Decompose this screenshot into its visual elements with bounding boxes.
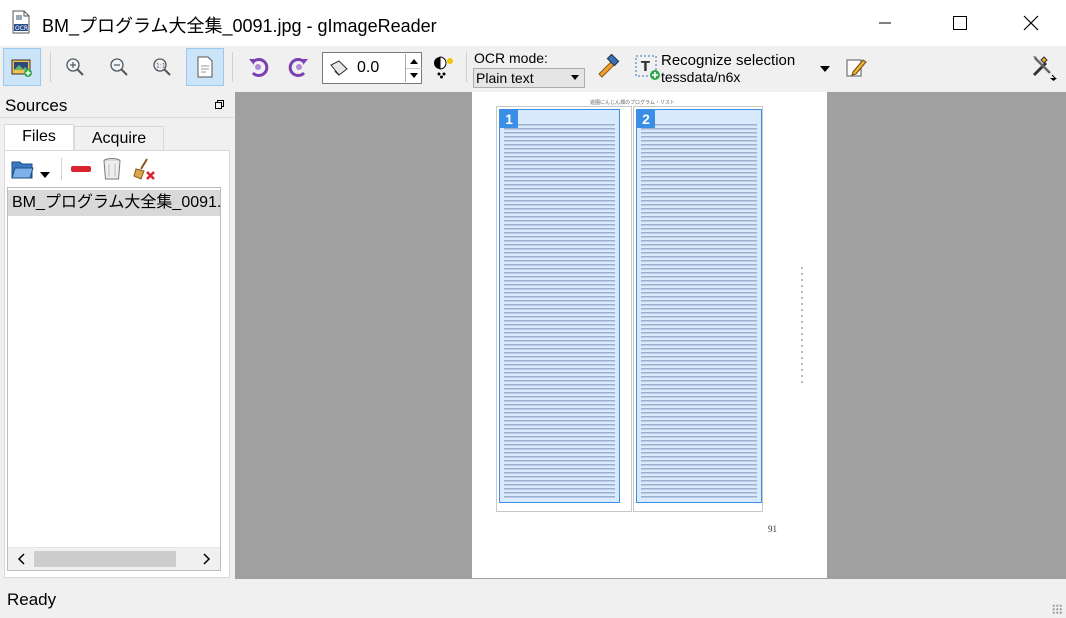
svg-text:1:1: 1:1 xyxy=(156,63,166,70)
image-controls-button[interactable] xyxy=(425,48,463,86)
chevron-down-icon xyxy=(40,172,50,178)
tab-acquire[interactable]: Acquire xyxy=(74,126,164,150)
rotation-angle-icon xyxy=(330,60,348,76)
rotation-angle-value: 0.0 xyxy=(357,59,380,76)
output-edit-button[interactable] xyxy=(837,48,875,86)
settings-button[interactable] xyxy=(1025,48,1063,86)
zoom-in-icon xyxy=(66,58,84,76)
scroll-left-button[interactable] xyxy=(14,552,28,566)
margin-note-text xyxy=(801,267,803,387)
scrollbar-thumb[interactable] xyxy=(34,551,176,567)
minimize-icon xyxy=(879,22,891,24)
page-header-text: 遊園にんじん畑のプログラム・リスト xyxy=(590,100,675,106)
fit-page-icon xyxy=(197,56,213,78)
horizontal-scrollbar[interactable] xyxy=(8,547,220,570)
rotate-right-icon xyxy=(288,58,308,77)
window-title: BM_プログラム大全集_0091.jpg - gImageReader xyxy=(42,16,437,36)
clear-list-button[interactable] xyxy=(131,156,157,182)
output-edit-icon xyxy=(846,59,867,77)
chevron-down-icon xyxy=(820,66,830,72)
open-file-button[interactable] xyxy=(10,156,36,182)
zoom-out-button[interactable] xyxy=(100,48,138,86)
settings-tools-icon xyxy=(1032,56,1057,81)
image-canvas[interactable]: 遊園にんじん畑のプログラム・リスト 1 2 91 xyxy=(235,92,1066,579)
ocr-selection-1[interactable]: 1 xyxy=(499,109,620,503)
autodetect-layout-button[interactable] xyxy=(590,48,628,86)
rotate-left-button[interactable] xyxy=(239,48,277,86)
recognize-selection-label[interactable]: Recognize selection xyxy=(661,52,795,69)
page-number: 91 xyxy=(768,524,777,534)
ocr-mode-label: OCR mode: xyxy=(474,50,548,66)
open-folder-icon xyxy=(11,161,34,179)
fit-page-button[interactable] xyxy=(186,48,224,86)
trash-icon xyxy=(103,158,121,180)
float-panel-icon[interactable] xyxy=(215,100,224,109)
status-bar: Ready xyxy=(0,579,1066,618)
chevron-down-icon xyxy=(571,75,579,80)
resize-grip-icon[interactable] xyxy=(1052,604,1062,614)
add-image-icon xyxy=(11,59,32,77)
app-icon: OCR xyxy=(12,10,30,34)
sources-title: Sources xyxy=(5,96,68,115)
clear-broom-icon xyxy=(133,158,155,180)
chevron-left-icon xyxy=(17,553,25,565)
program-listing-text xyxy=(504,124,615,498)
recognize-selection-icon: T xyxy=(635,55,660,80)
arrow-down-icon xyxy=(410,72,418,78)
svg-text:T: T xyxy=(641,60,650,75)
autodetect-layout-icon xyxy=(598,54,620,78)
status-text: Ready xyxy=(7,590,57,609)
spin-up-button[interactable] xyxy=(405,54,422,69)
scroll-right-button[interactable] xyxy=(200,552,214,566)
recognize-language-label: tessdata/n6x xyxy=(661,69,741,85)
toolbar-separator xyxy=(61,158,62,180)
delete-file-button[interactable] xyxy=(99,156,125,182)
toolbar-separator xyxy=(50,52,51,82)
arrow-up-icon xyxy=(410,58,418,64)
spin-down-button[interactable] xyxy=(405,68,422,82)
maximize-icon xyxy=(953,16,967,30)
toolbar-separator xyxy=(466,52,467,82)
rotate-left-icon xyxy=(249,58,269,77)
zoom-original-button[interactable]: 1:1 xyxy=(143,48,181,86)
chevron-right-icon xyxy=(203,553,211,565)
selection-badge: 2 xyxy=(637,110,655,128)
program-listing-text xyxy=(641,124,757,498)
file-list-item[interactable]: BM_プログラム大全集_0091.jpg xyxy=(8,190,220,216)
ocr-selection-2[interactable]: 2 xyxy=(636,109,762,503)
zoom-original-icon: 1:1 xyxy=(153,58,171,76)
rotation-angle-spinbox[interactable]: 0.0 xyxy=(322,52,422,84)
document-page[interactable]: 遊園にんじん畑のプログラム・リスト 1 2 91 xyxy=(472,92,827,578)
toolbar-separator xyxy=(232,52,233,82)
file-list[interactable]: BM_プログラム大全集_0091.jpg xyxy=(7,187,221,571)
close-button[interactable] xyxy=(1006,0,1056,46)
ocr-mode-select[interactable]: Plain text xyxy=(473,68,585,88)
ocr-mode-value: Plain text xyxy=(476,70,534,86)
remove-icon xyxy=(71,166,91,172)
minimize-button[interactable] xyxy=(860,0,910,46)
zoom-out-icon xyxy=(110,58,128,76)
selection-badge: 1 xyxy=(500,110,518,128)
close-icon xyxy=(1023,15,1039,31)
maximize-button[interactable] xyxy=(935,0,985,46)
tab-files[interactable]: Files xyxy=(4,124,74,151)
open-file-menu-button[interactable] xyxy=(40,165,52,178)
remove-file-button[interactable] xyxy=(68,156,94,182)
image-controls-icon xyxy=(434,56,453,79)
svg-text:OCR: OCR xyxy=(15,25,28,32)
add-image-button[interactable] xyxy=(3,48,41,86)
recognize-menu-button[interactable] xyxy=(818,64,832,74)
zoom-in-button[interactable] xyxy=(56,48,94,86)
sources-panel-header: Sources xyxy=(0,92,234,118)
rotate-right-button[interactable] xyxy=(280,48,318,86)
